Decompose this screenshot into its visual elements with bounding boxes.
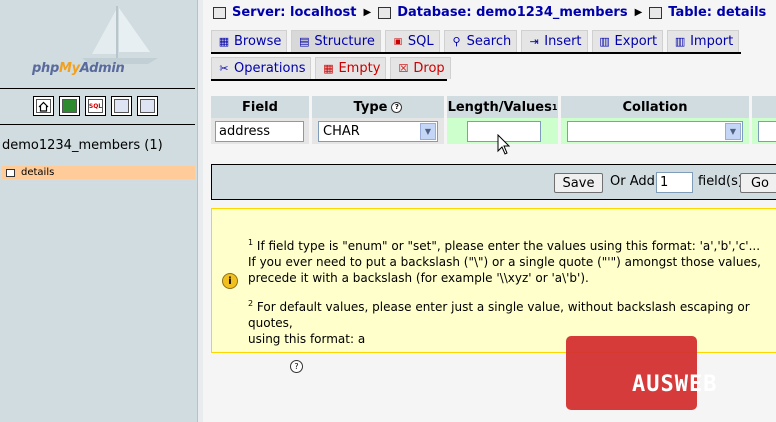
collation-select[interactable]: ▼ (567, 121, 743, 142)
warning-icon: i (222, 273, 238, 289)
empty-icon: ▦ (323, 62, 334, 75)
tab-structure[interactable]: ▤ Structure (291, 30, 381, 52)
header-type: Type ? (312, 96, 444, 118)
logo-text: phpMyAdmin (32, 61, 125, 76)
tab-underline (211, 52, 741, 54)
footnotes-box: i 1 If field type is "enum" or "set", pl… (211, 208, 776, 353)
structure-icon: ▤ (299, 35, 310, 48)
database-icon (378, 6, 392, 19)
operations-icon: ✂ (219, 62, 229, 75)
table-row: CHAR ▼ (312, 118, 444, 144)
left-navigation-frame: phpMyAdmin SQL demo1234_members (1) deta… (0, 0, 197, 422)
help-icon[interactable]: ? (290, 360, 303, 373)
table-icon (6, 168, 15, 177)
insert-icon: ⇥ (529, 35, 539, 48)
breadcrumb-separator: ▶ (363, 7, 372, 18)
tab-row-primary: ▦ Browse ▤ Structure ▣ SQL ⚲ Search ⇥ Insert … (211, 30, 740, 52)
breadcrumb-database[interactable]: Database: demo1234_members (397, 5, 627, 20)
tab-sql[interactable]: ▣ SQL (384, 30, 440, 52)
tab-export[interactable]: ▥ Export (591, 30, 664, 52)
home-icon[interactable] (33, 96, 54, 116)
header-more (752, 96, 776, 118)
tab-empty[interactable]: ▦ Empty (315, 57, 387, 79)
search-icon: ⚲ (452, 35, 461, 48)
left-toolbar: SQL (33, 96, 158, 116)
tab-underline (211, 79, 447, 81)
docs-icon[interactable] (111, 96, 132, 116)
header-length-values: Length/Values 1 (447, 96, 558, 118)
save-bar: Save Or Add field(s) Go (211, 164, 776, 200)
header-field: Field (211, 96, 309, 118)
table-list-item[interactable]: details (2, 166, 195, 179)
table-row (752, 118, 776, 144)
sql-icon: ▣ (393, 36, 403, 47)
divider (0, 124, 195, 125)
tab-operations[interactable]: ✂ Operations (211, 57, 312, 79)
browse-icon: ▦ (218, 35, 230, 48)
phpmyadmin-logo[interactable]: phpMyAdmin (0, 0, 197, 86)
breadcrumb-separator: ▶ (634, 7, 643, 18)
database-link[interactable]: demo1234_members (1) (2, 138, 163, 153)
watermark-text: AUSWEB (632, 372, 718, 397)
footnote-1: 1 If field type is "enum" or "set", plea… (248, 238, 761, 285)
breadcrumb-table[interactable]: Table: details (668, 5, 766, 20)
chevron-down-icon: ▼ (420, 123, 436, 140)
fields-label: field(s) (698, 174, 743, 189)
or-add-label: Or Add (610, 174, 655, 189)
attributes-select[interactable] (758, 121, 776, 142)
tab-browse[interactable]: ▦ Browse (211, 30, 288, 52)
breadcrumb-server[interactable]: Server: localhost (232, 5, 356, 20)
server-icon (213, 6, 226, 19)
sql-window-icon[interactable] (59, 96, 80, 116)
go-button[interactable]: Go (740, 173, 776, 193)
breadcrumb: Server: localhost ▶ Database: demo1234_m… (213, 5, 766, 20)
mouse-cursor-icon (497, 134, 511, 155)
sailboat-logo-icon (82, 6, 158, 64)
export-icon: ▥ (599, 35, 610, 48)
tab-row-secondary: ✂ Operations ▦ Empty ☒ Drop (211, 57, 451, 79)
table-icon (649, 6, 663, 19)
table-row (211, 118, 309, 144)
chevron-down-icon: ▼ (725, 123, 741, 140)
header-collation: Collation (561, 96, 749, 118)
help-icon[interactable] (137, 96, 158, 116)
divider (0, 88, 195, 89)
add-fields-count-input[interactable] (656, 172, 693, 193)
field-name-input[interactable] (215, 121, 304, 142)
tab-search[interactable]: ⚲ Search (443, 30, 518, 52)
save-button[interactable]: Save (554, 173, 603, 193)
tab-drop[interactable]: ☒ Drop (390, 57, 451, 79)
drop-icon: ☒ (398, 62, 409, 75)
tab-insert[interactable]: ⇥ Insert (521, 30, 588, 52)
table-name[interactable]: details (21, 167, 54, 178)
type-select[interactable]: CHAR ▼ (318, 121, 438, 142)
help-icon[interactable]: ? (391, 101, 403, 113)
sql-query-icon[interactable]: SQL (85, 96, 106, 116)
table-row: ▼ (561, 118, 749, 144)
import-icon: ▥ (674, 35, 686, 48)
tab-import[interactable]: ▥ Import (667, 30, 740, 52)
